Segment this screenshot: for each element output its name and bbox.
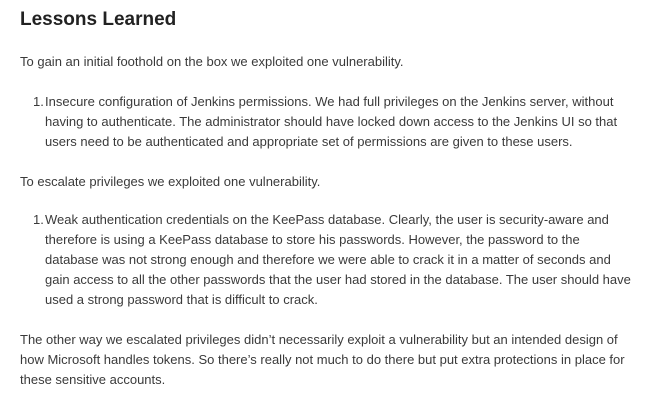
closing-paragraph: The other way we escalated privileges di… [20, 332, 625, 387]
escalate-intro-paragraph: To escalate privileges we exploited one … [20, 174, 321, 189]
article-section: Lessons Learned To gain an initial footh… [0, 0, 647, 403]
list-item-text: Insecure configuration of Jenkins permis… [45, 94, 618, 149]
section-heading: Lessons Learned [20, 9, 177, 30]
list-item-number: 1. [33, 212, 44, 227]
foothold-vulnerability-list: 1. Insecure configuration of Jenkins per… [20, 92, 647, 152]
list-item: 1. Insecure configuration of Jenkins per… [20, 92, 633, 152]
list-item-number: 1. [33, 94, 44, 109]
foothold-intro-paragraph: To gain an initial foothold on the box w… [20, 54, 404, 69]
list-item-text: Weak authentication credentials on the K… [45, 212, 631, 307]
list-item: 1. Weak authentication credentials on th… [20, 210, 633, 310]
escalation-vulnerability-list: 1. Weak authentication credentials on th… [20, 210, 647, 310]
